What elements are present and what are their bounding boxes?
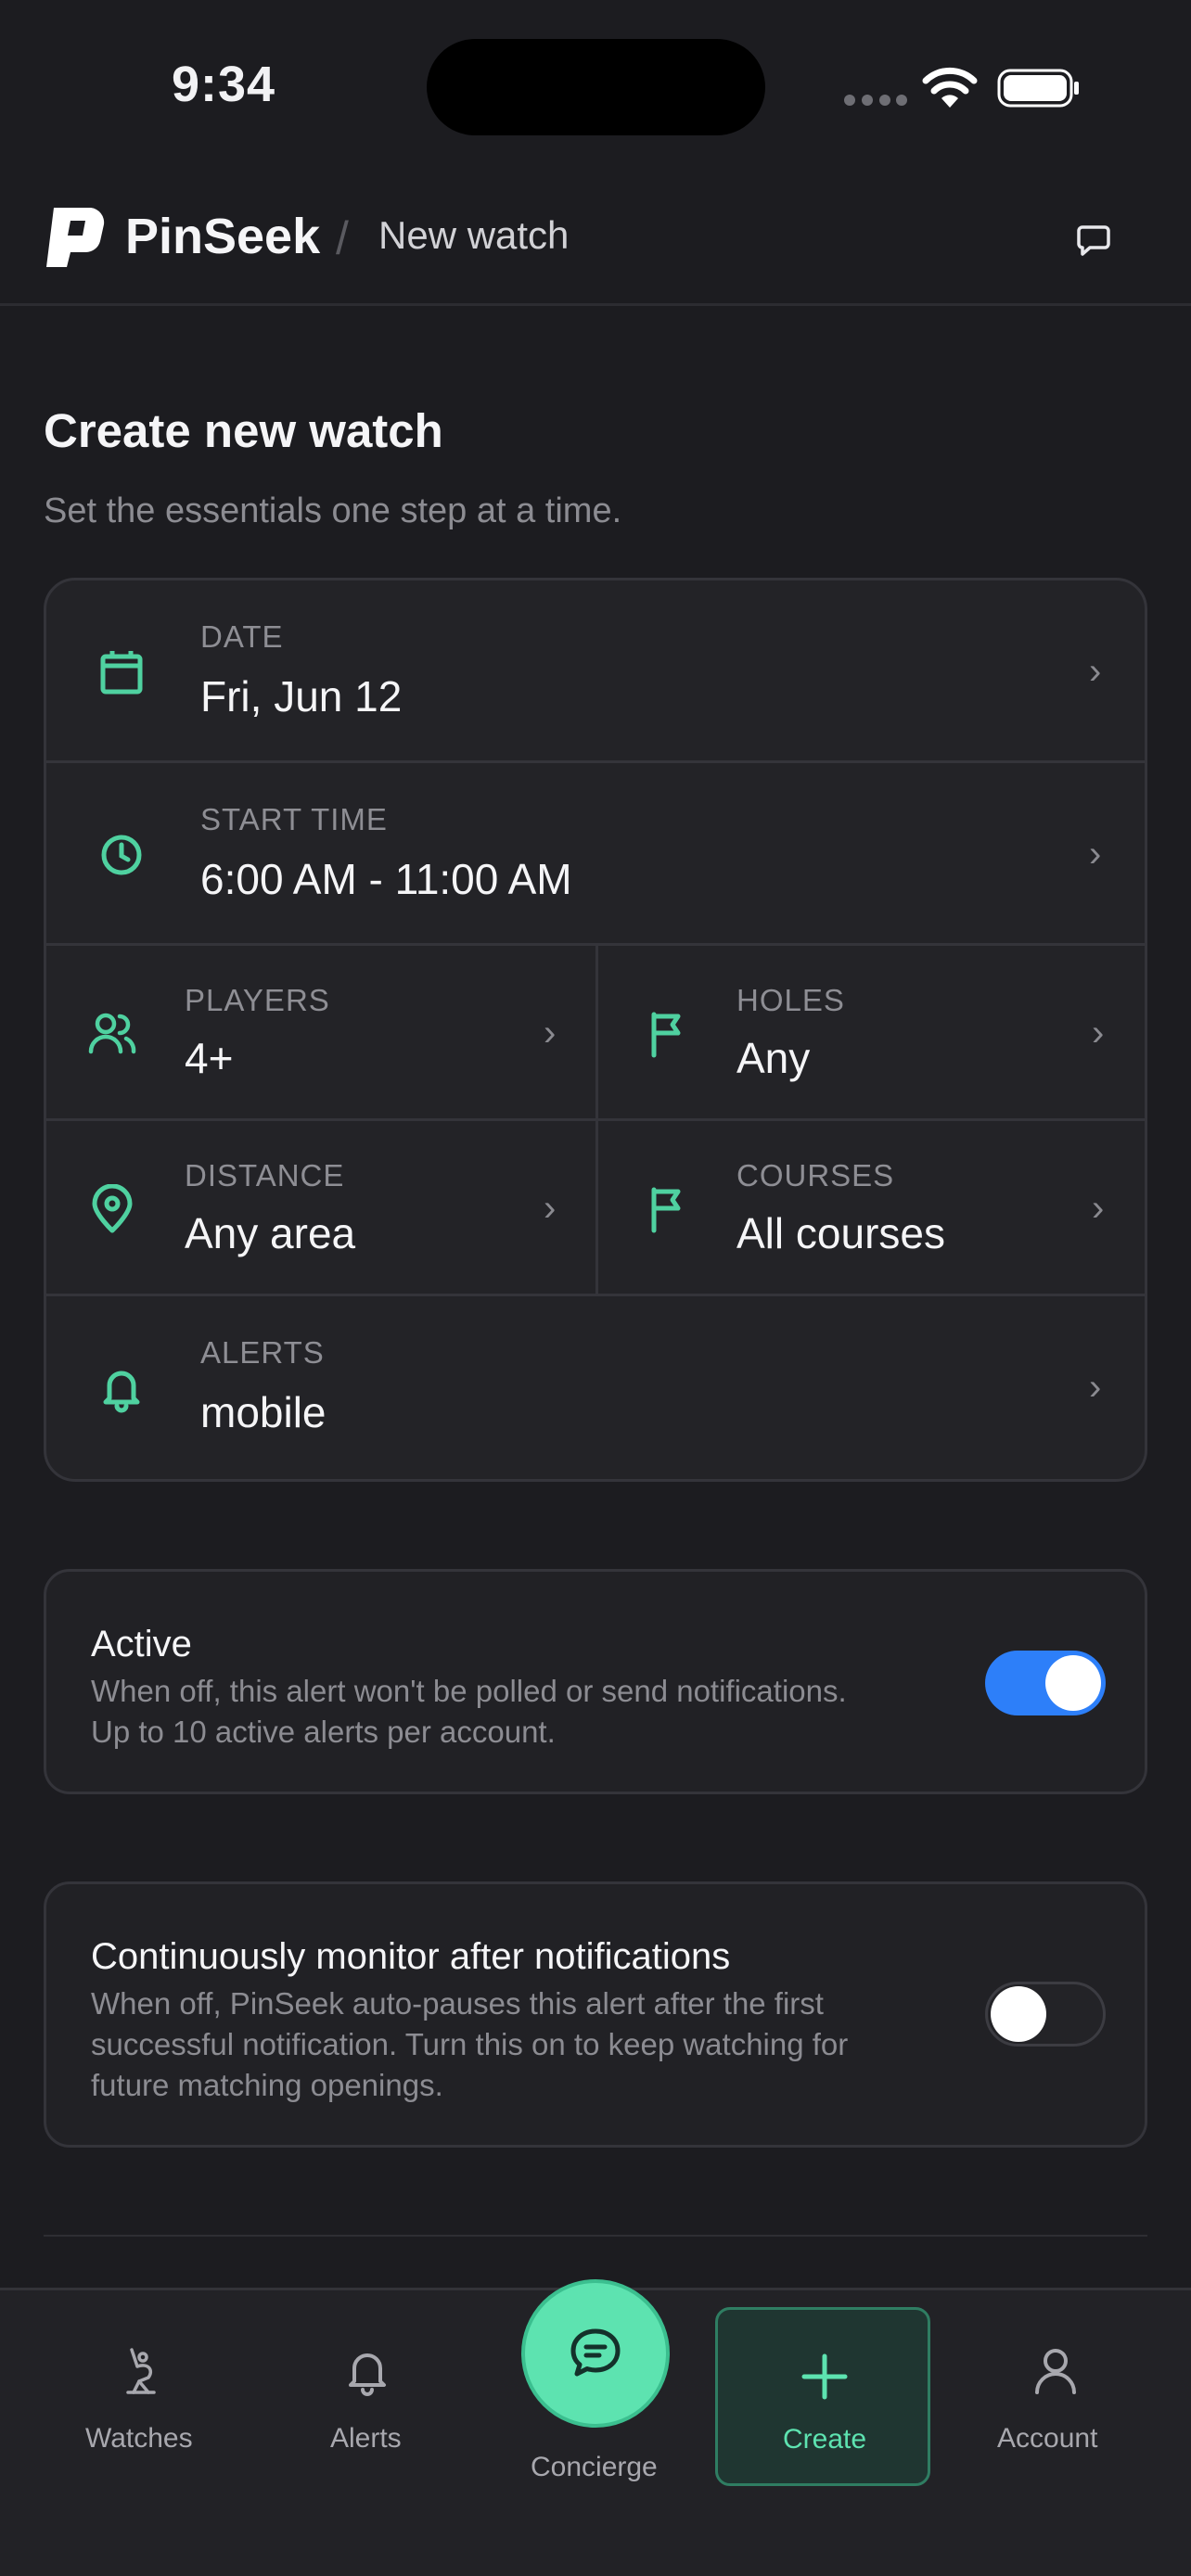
players-label: PLAYERS (185, 983, 330, 1017)
monitor-description: When off, PinSeek auto-pauses this alert… (91, 1983, 848, 2106)
active-toggle[interactable] (985, 1651, 1106, 1715)
calendar-icon (100, 651, 143, 695)
page-title: Create new watch (44, 404, 443, 457)
active-setting-card: Active When off, this alert won't be pol… (44, 1569, 1147, 1794)
tab-create[interactable]: Create (715, 2307, 930, 2486)
dynamic-island (427, 39, 765, 135)
monitor-description-line: future matching openings. (91, 2068, 443, 2102)
monitor-description-line: successful notification. Turn this on to… (91, 2027, 849, 2061)
active-description-line: Up to 10 active alerts per account. (91, 1715, 556, 1749)
monitor-toggle[interactable] (985, 1982, 1106, 2047)
start-time-row[interactable]: START TIME 6:00 AM - 11:00 AM › (46, 763, 1145, 946)
breadcrumb-separator: / (336, 212, 349, 264)
courses-label: COURSES (736, 1158, 895, 1192)
tab-account[interactable]: Account (992, 2290, 1150, 2476)
active-description: When off, this alert won't be polled or … (91, 1671, 847, 1753)
courses-cell[interactable]: COURSES All courses › (598, 1121, 1145, 1294)
bell-icon (103, 1371, 140, 1413)
alerts-label: ALERTS (200, 1335, 325, 1370)
tab-create-label: Create (783, 2424, 867, 2455)
distance-courses-row: DISTANCE Any area › COURSES All courses … (46, 1121, 1145, 1296)
cellular-signal-icon (844, 95, 907, 106)
tab-alerts[interactable]: Alerts (306, 2290, 431, 2476)
chevron-right-icon: › (1092, 1188, 1105, 1229)
chat-bubble-icon (1077, 225, 1110, 256)
flag-icon (651, 1012, 681, 1058)
monitor-title: Continuously monitor after notifications (91, 1936, 731, 1977)
holes-label: HOLES (736, 983, 845, 1017)
date-label: DATE (200, 619, 284, 654)
tab-watches[interactable]: Watches (56, 2290, 223, 2476)
start-time-label: START TIME (200, 802, 388, 836)
courses-value: All courses (736, 1209, 945, 1257)
users-icon (88, 1013, 136, 1054)
tab-concierge-label: Concierge (531, 2452, 658, 2482)
map-pin-icon (92, 1184, 133, 1233)
tab-concierge-button[interactable] (521, 2279, 670, 2428)
active-description-line: When off, this alert won't be polled or … (91, 1674, 847, 1708)
date-value: Fri, Jun 12 (200, 672, 403, 721)
golfer-swing-icon (126, 2348, 156, 2394)
active-title: Active (91, 1624, 192, 1664)
feedback-button[interactable] (1067, 213, 1121, 267)
distance-cell[interactable]: DISTANCE Any area › (46, 1121, 598, 1294)
tab-watches-label: Watches (85, 2423, 193, 2454)
status-time: 9:34 (172, 57, 276, 112)
bottom-tab-bar: Watches Alerts Concierge Create Account (0, 2279, 1191, 2576)
monitor-description-line: When off, PinSeek auto-pauses this alert… (91, 1986, 824, 2021)
bell-icon (349, 2353, 386, 2396)
holes-cell[interactable]: HOLES Any › (598, 946, 1145, 1118)
clock-icon (101, 835, 142, 875)
chevron-right-icon: › (1092, 1013, 1105, 1053)
wifi-icon (922, 67, 978, 108)
tab-account-label: Account (997, 2423, 1098, 2454)
holes-value: Any (736, 1034, 811, 1082)
chevron-right-icon: › (544, 1013, 557, 1053)
toggle-knob (991, 1986, 1046, 2042)
tab-alerts-label: Alerts (330, 2423, 402, 2454)
players-value: 4+ (185, 1034, 234, 1082)
chevron-right-icon: › (1089, 651, 1102, 692)
chat-bubble-icon (570, 2328, 621, 2377)
pinseek-logo-icon (46, 208, 105, 267)
content-divider (44, 2235, 1147, 2237)
players-holes-row: PLAYERS 4+ › HOLES Any › (46, 946, 1145, 1121)
start-time-value: 6:00 AM - 11:00 AM (200, 855, 572, 903)
chevron-right-icon: › (544, 1188, 557, 1229)
page-subtitle: Set the essentials one step at a time. (44, 491, 622, 530)
chevron-right-icon: › (1089, 834, 1102, 874)
app-header: PinSeek / New watch (0, 176, 1191, 306)
monitor-setting-card: Continuously monitor after notifications… (44, 1881, 1147, 2148)
flag-icon (651, 1187, 681, 1233)
distance-value: Any area (185, 1209, 356, 1257)
user-icon (1035, 2349, 1076, 2394)
chevron-right-icon: › (1089, 1367, 1102, 1408)
distance-label: DISTANCE (185, 1158, 345, 1192)
breadcrumb-current: New watch (378, 213, 570, 257)
watch-settings-card: DATE Fri, Jun 12 › START TIME 6:00 AM - … (44, 578, 1147, 1482)
players-cell[interactable]: PLAYERS 4+ › (46, 946, 598, 1118)
brand-name[interactable]: PinSeek (125, 208, 320, 265)
alerts-row[interactable]: ALERTS mobile › (46, 1296, 1145, 1479)
plus-icon (801, 2353, 848, 2400)
battery-icon (997, 69, 1079, 108)
alerts-value: mobile (200, 1388, 327, 1436)
date-row[interactable]: DATE Fri, Jun 12 › (46, 580, 1145, 763)
status-bar: 9:34 (0, 0, 1191, 176)
toggle-knob (1045, 1655, 1101, 1711)
